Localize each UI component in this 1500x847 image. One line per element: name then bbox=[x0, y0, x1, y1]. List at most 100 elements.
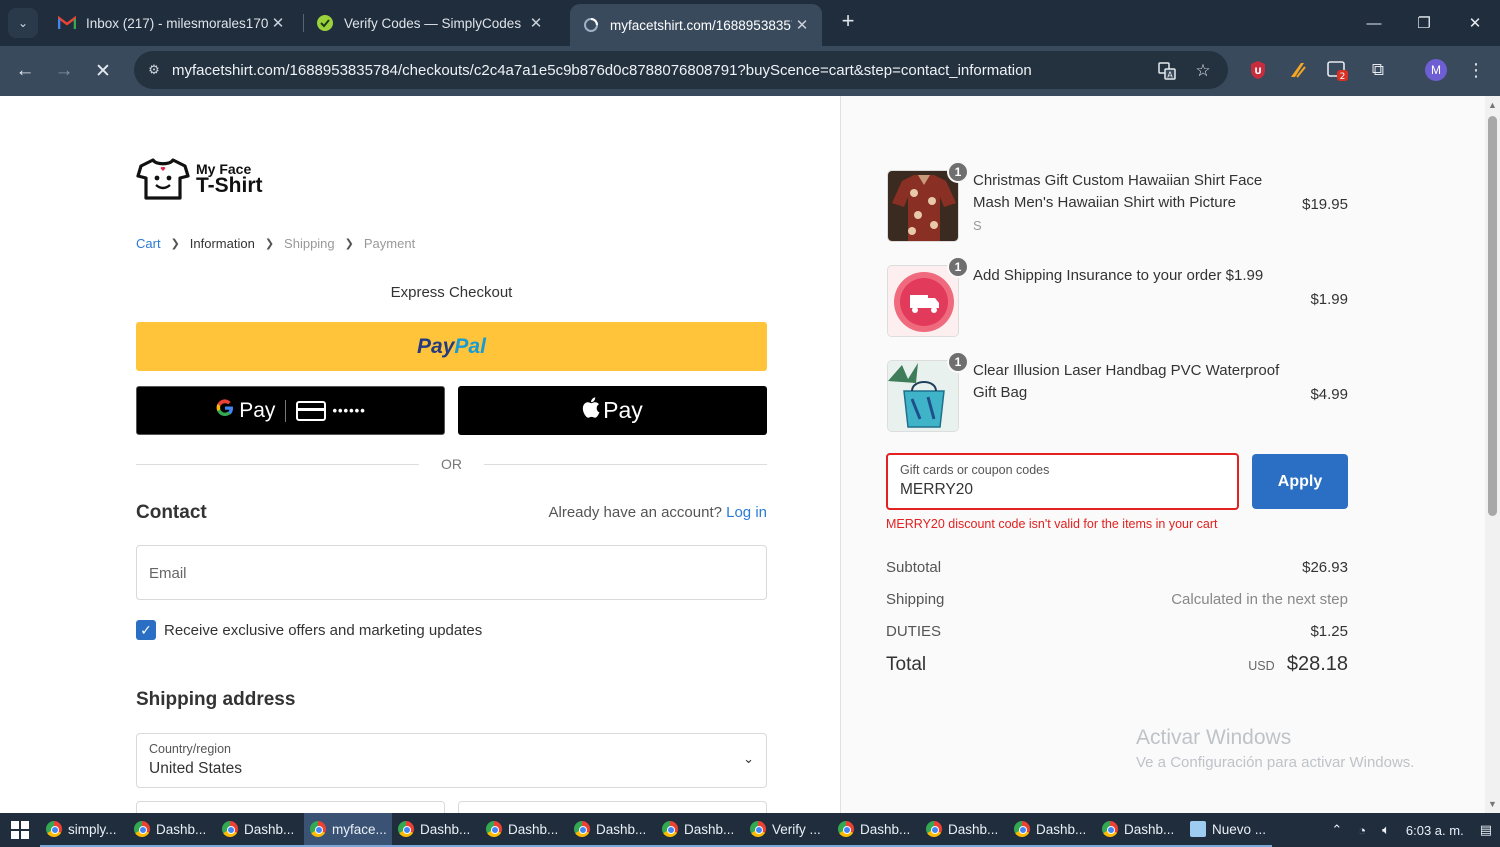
store-logo[interactable]: My Face T-Shirt bbox=[136, 156, 276, 202]
marketing-optin[interactable]: ✓ Receive exclusive offers and marketing… bbox=[136, 620, 482, 640]
scroll-down-icon[interactable]: ▼ bbox=[1488, 799, 1497, 809]
bookmark-star-icon[interactable]: ☆ bbox=[1192, 60, 1214, 82]
last-name-field[interactable] bbox=[458, 801, 767, 813]
windows-start-icon[interactable] bbox=[0, 813, 40, 847]
breadcrumb-shipping: Shipping bbox=[284, 236, 335, 251]
taskbar-notepad-window[interactable]: Nuevo ... bbox=[1184, 813, 1272, 847]
coupon-code-input[interactable]: Gift cards or coupon codes MERRY20 bbox=[886, 453, 1239, 510]
translate-icon[interactable]: A bbox=[1156, 60, 1178, 82]
svg-text:2: 2 bbox=[1340, 72, 1346, 81]
checkout-page: My Face T-Shirt Cart ❯ Information ❯ Shi… bbox=[0, 96, 1500, 813]
taskbar-chrome-window[interactable]: Dashb... bbox=[1008, 813, 1096, 847]
email-placeholder: Email bbox=[149, 565, 187, 582]
account-prompt-text: Already have an account? bbox=[548, 504, 722, 521]
chrome-icon bbox=[486, 821, 502, 837]
wifi-icon[interactable]: ◔ bbox=[1358, 823, 1366, 838]
extensions-puzzle-icon[interactable]: ⧉ bbox=[1365, 57, 1391, 83]
system-tray: ⌃ ◔ 🔈︎ 6:03 a. m. ▤ bbox=[1323, 813, 1500, 847]
notepad-icon bbox=[1190, 821, 1206, 837]
checkbox-checked-icon[interactable]: ✓ bbox=[136, 620, 156, 640]
tab-myfacetshirt[interactable]: myfacetshirt.com/168895383578 ✕ bbox=[570, 4, 822, 46]
total-label: Total bbox=[886, 654, 927, 675]
page-scrollbar[interactable]: ▲ ▼ bbox=[1485, 96, 1500, 813]
stop-loading-icon[interactable]: ✕ bbox=[88, 56, 118, 86]
paypal-button[interactable]: Pay Pal bbox=[136, 322, 767, 371]
taskbar-chrome-window[interactable]: Dashb... bbox=[920, 813, 1008, 847]
item-price: $1.99 bbox=[1310, 291, 1348, 308]
forward-icon[interactable]: → bbox=[49, 56, 79, 86]
chevron-up-icon[interactable]: ⌃ bbox=[1331, 822, 1342, 838]
notifications-icon[interactable]: ▤ bbox=[1480, 822, 1492, 838]
site-settings-icon[interactable]: ⚙ bbox=[136, 62, 172, 78]
currency-code: USD bbox=[1248, 659, 1275, 673]
coupon-value[interactable]: MERRY20 bbox=[900, 481, 973, 499]
taskbar-chrome-window[interactable]: Dashb... bbox=[568, 813, 656, 847]
taskbar-chrome-window[interactable]: Dashb... bbox=[128, 813, 216, 847]
taskbar-chrome-window[interactable]: Dashb... bbox=[392, 813, 480, 847]
close-tab-icon[interactable]: ✕ bbox=[792, 16, 812, 34]
scrollbar-thumb[interactable] bbox=[1488, 116, 1497, 516]
hawaiian-shirt-thumbnail bbox=[887, 170, 959, 242]
chrome-icon bbox=[926, 821, 942, 837]
minimize-icon[interactable]: — bbox=[1359, 8, 1389, 38]
ublock-extension-icon[interactable]: U bbox=[1245, 57, 1271, 83]
taskbar-item-label: Dashb... bbox=[948, 821, 999, 837]
subtotal-label: Subtotal bbox=[886, 559, 942, 576]
svg-text:U: U bbox=[1254, 67, 1261, 77]
chrome-icon bbox=[46, 821, 62, 837]
taskbar-chrome-window[interactable]: Verify ... bbox=[744, 813, 832, 847]
chrome-icon bbox=[838, 821, 854, 837]
email-field[interactable]: Email bbox=[136, 545, 767, 600]
profile-avatar[interactable]: M bbox=[1425, 59, 1447, 81]
close-window-icon[interactable]: ✕ bbox=[1460, 8, 1490, 38]
apple-pay-button[interactable]: Pay bbox=[458, 386, 767, 435]
taskbar-chrome-window[interactable]: myface... bbox=[304, 813, 392, 847]
volume-icon[interactable]: 🔈︎ bbox=[1382, 822, 1390, 838]
google-pay-button[interactable]: Pay •••••• bbox=[136, 386, 445, 435]
or-label: OR bbox=[441, 456, 462, 472]
chrome-icon bbox=[398, 821, 414, 837]
restore-icon[interactable]: ❐ bbox=[1409, 8, 1439, 38]
taskbar-chrome-window[interactable]: Dashb... bbox=[480, 813, 568, 847]
taskbar-item-label: Dashb... bbox=[1036, 821, 1087, 837]
tab-search-button[interactable]: ⌄ bbox=[8, 8, 38, 38]
paypal-logo-part-1: Pay bbox=[417, 334, 455, 358]
breadcrumb-cart[interactable]: Cart bbox=[136, 236, 161, 251]
new-tab-button[interactable]: + bbox=[836, 10, 860, 34]
country-label: Country/region bbox=[149, 742, 231, 756]
taskbar-chrome-window[interactable]: Dashb... bbox=[216, 813, 304, 847]
taskbar-item-label: Dashb... bbox=[860, 821, 911, 837]
url-text[interactable]: myfacetshirt.com/1688953835784/checkouts… bbox=[172, 62, 1228, 79]
chrome-icon bbox=[1014, 821, 1030, 837]
tab-simplycodes[interactable]: Verify Codes — SimplyCodes ✕ bbox=[304, 6, 556, 40]
apply-coupon-button[interactable]: Apply bbox=[1252, 454, 1348, 509]
quantity-badge: 1 bbox=[947, 351, 969, 373]
breadcrumb-information: Information bbox=[189, 236, 255, 251]
country-select[interactable]: Country/region United States ⌄ bbox=[136, 733, 767, 788]
tab-gmail[interactable]: Inbox (217) - milesmorales1704 ✕ bbox=[46, 6, 298, 40]
back-icon[interactable]: ← bbox=[10, 56, 40, 86]
close-tab-icon[interactable]: ✕ bbox=[526, 14, 546, 32]
taskbar-chrome-window[interactable]: simply... bbox=[40, 813, 128, 847]
watermark-subtitle: Ve a Configuración para activar Windows. bbox=[1136, 754, 1415, 771]
tab-title: myfacetshirt.com/168895383578 bbox=[610, 17, 792, 33]
brand-line-2: T-Shirt bbox=[196, 174, 263, 197]
quantity-badge: 1 bbox=[947, 161, 969, 183]
password-extension-icon[interactable]: 2 bbox=[1324, 57, 1350, 83]
scroll-up-icon[interactable]: ▲ bbox=[1488, 100, 1497, 110]
contact-heading: Contact bbox=[136, 502, 207, 523]
browser-menu-icon[interactable]: ⋮ bbox=[1463, 57, 1489, 83]
item-name: Clear Illusion Laser Handbag PVC Waterpr… bbox=[973, 362, 1280, 401]
taskbar-chrome-window[interactable]: Dashb... bbox=[656, 813, 744, 847]
close-tab-icon[interactable]: ✕ bbox=[268, 14, 288, 32]
browser-toolbar: ← → ✕ ⚙ myfacetshirt.com/1688953835784/c… bbox=[0, 46, 1500, 96]
address-bar[interactable]: ⚙ myfacetshirt.com/1688953835784/checkou… bbox=[134, 51, 1228, 89]
taskbar-item-label: myface... bbox=[332, 821, 387, 837]
clock[interactable]: 6:03 a. m. bbox=[1406, 823, 1464, 838]
lightning-extension-icon[interactable] bbox=[1285, 57, 1311, 83]
first-name-field[interactable] bbox=[136, 801, 445, 813]
chrome-icon bbox=[574, 821, 590, 837]
login-link[interactable]: Log in bbox=[726, 504, 767, 521]
taskbar-chrome-window[interactable]: Dashb... bbox=[1096, 813, 1184, 847]
taskbar-chrome-window[interactable]: Dashb... bbox=[832, 813, 920, 847]
